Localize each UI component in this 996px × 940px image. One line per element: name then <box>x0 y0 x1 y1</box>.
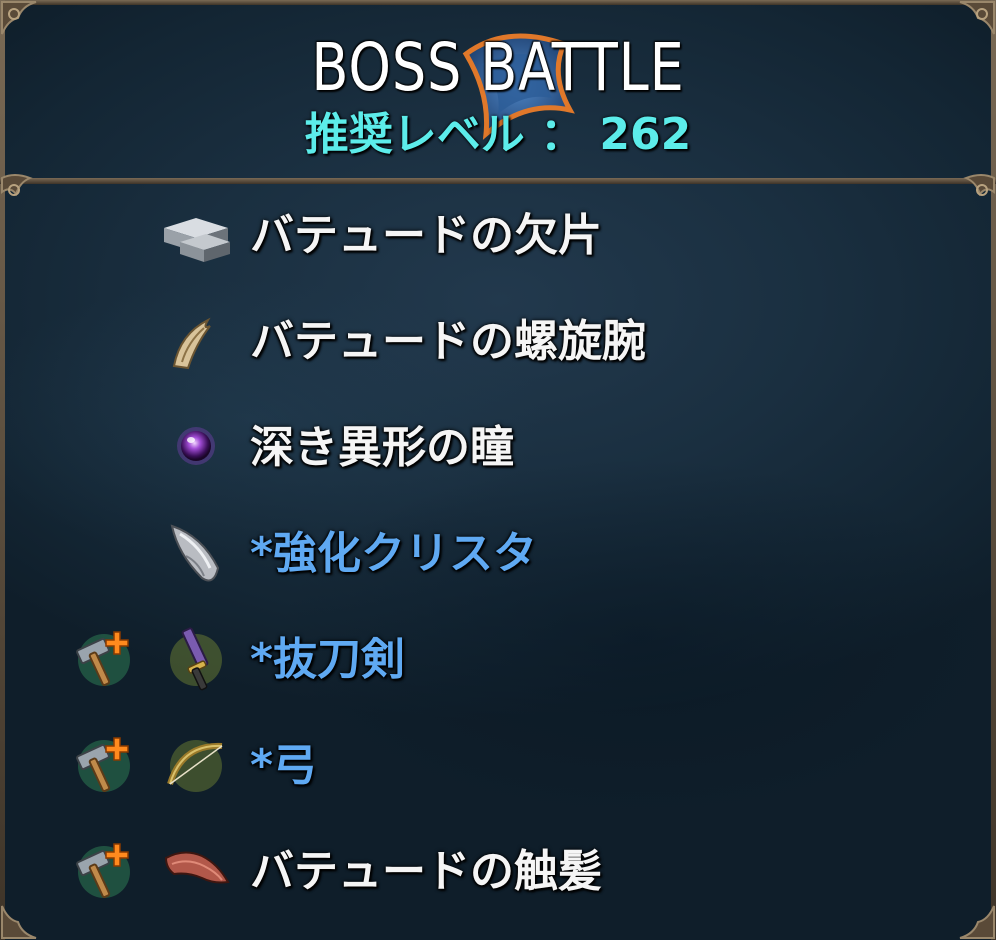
corner-ornament-top-left <box>1 1 37 35</box>
horn-claw-icon <box>172 317 211 370</box>
bow-icon <box>167 740 223 792</box>
page-title: BOSS BATTLE <box>311 29 685 106</box>
hammer-plus-icon <box>76 631 130 687</box>
drop-item-name: *弓 <box>250 740 318 791</box>
drop-item-name: 深き異形の瞳 <box>250 422 514 473</box>
drop-item-name: バテュードの欠片 <box>250 210 602 261</box>
drop-item-row[interactable]: *弓 <box>0 724 996 814</box>
katana-icon <box>170 627 222 691</box>
drop-item-row[interactable]: バテュードの欠片 <box>0 194 996 284</box>
recommended-level: 推奨レベル ： 262 <box>304 109 692 160</box>
drop-item-name: *強化クリスタ <box>250 528 538 579</box>
tentacle-hair-icon <box>164 851 230 884</box>
corner-ornament-top-right <box>959 1 995 35</box>
drop-item-name: バテュードの触髪 <box>250 846 602 897</box>
hammer-plus-icon <box>76 843 130 899</box>
purple-orb-icon <box>177 427 215 465</box>
drop-item-row[interactable]: *抜刀剣 <box>0 618 996 708</box>
drop-item-name: *抜刀剣 <box>250 634 406 685</box>
crystal-shard-icon <box>170 524 220 582</box>
hammer-plus-icon <box>76 737 130 793</box>
drop-item-row[interactable]: 深き異形の瞳 <box>0 406 996 496</box>
header-divider <box>0 178 996 184</box>
drop-item-row[interactable]: バテュードの螺旋腕 <box>0 300 996 390</box>
drop-item-name: バテュードの螺旋腕 <box>250 316 646 367</box>
drop-item-row[interactable]: バテュードの触髪 <box>0 830 996 920</box>
metal-ingot-icon <box>164 218 230 262</box>
frame-top <box>0 0 996 5</box>
drop-item-row[interactable]: *強化クリスタ <box>0 512 996 602</box>
boss-battle-panel: BOSS BATTLE 推奨レベル ： 262 バテュードの欠片 バテュードの螺… <box>0 0 996 940</box>
